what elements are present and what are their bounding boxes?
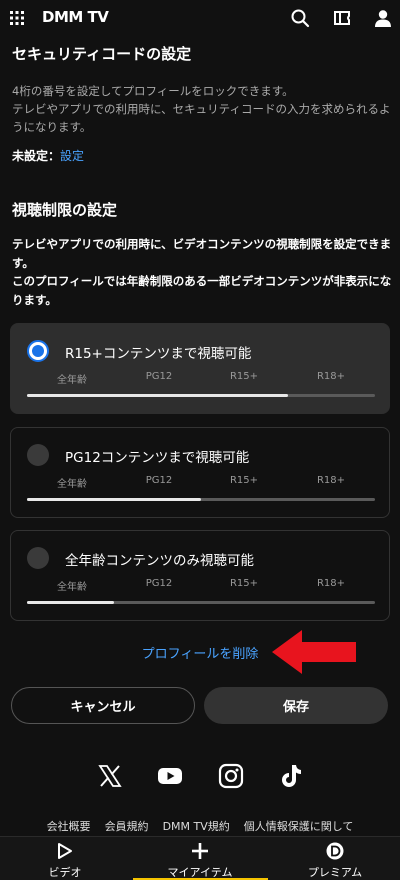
youtube-icon[interactable] bbox=[157, 763, 183, 789]
tick-label: R15+ bbox=[229, 475, 259, 486]
tiktok-icon[interactable] bbox=[278, 763, 304, 789]
option-label: PG12コンテンツまで視聴可能 bbox=[65, 450, 250, 466]
delete-profile-link[interactable]: プロフィールを削除 bbox=[142, 647, 259, 662]
security-desc-line: 4桁の番号を設定してプロフィールをロックできます。 bbox=[12, 84, 294, 98]
rating-option-all-ages[interactable]: 全年齢コンテンツのみ視聴可能 全年齢 PG12 R15+ R18+ bbox=[10, 530, 390, 621]
bottom-navigation: ビデオ マイアイテム プレミアム bbox=[0, 836, 400, 880]
radio-button[interactable] bbox=[27, 444, 49, 466]
security-status: 未設定：設定 bbox=[12, 147, 84, 164]
security-desc-line: テレビやアプリでの利用時に、セキュリティコードの入力を求められるようになります。 bbox=[12, 102, 391, 134]
tick-label: PG12 bbox=[145, 578, 173, 589]
footer-link-company[interactable]: 会社概要 bbox=[47, 818, 91, 834]
status-label: 未設定： bbox=[12, 149, 61, 163]
x-icon[interactable] bbox=[97, 763, 123, 789]
rating-level-bar bbox=[27, 394, 375, 397]
tick-label: R15+ bbox=[229, 578, 259, 589]
nav-item-video[interactable]: ビデオ bbox=[25, 837, 105, 880]
grid-menu-icon[interactable] bbox=[10, 11, 24, 25]
nav-item-premium[interactable]: プレミアム bbox=[295, 837, 375, 880]
ticket-icon[interactable] bbox=[332, 8, 352, 28]
rating-level-fill bbox=[27, 498, 201, 501]
red-arrow-annotation-icon bbox=[272, 630, 356, 674]
tick-label: 全年齢 bbox=[57, 375, 87, 386]
rating-option-pg12[interactable]: PG12コンテンツまで視聴可能 全年齢 PG12 R15+ R18+ bbox=[10, 427, 390, 518]
tick-label: 全年齢 bbox=[57, 582, 87, 593]
rating-option-r15[interactable]: R15+コンテンツまで視聴可能 全年齢 PG12 R15+ R18+ bbox=[10, 323, 390, 414]
parental-desc-line: テレビやアプリでの利用時に、ビデオコンテンツの視聴制限を設定できます。 bbox=[12, 237, 392, 270]
nav-label: ビデオ bbox=[48, 866, 82, 879]
parental-control-description: テレビやアプリでの利用時に、ビデオコンテンツの視聴制限を設定できます。 このプロ… bbox=[12, 235, 394, 309]
set-security-code-link[interactable]: 設定 bbox=[60, 149, 84, 163]
radio-button[interactable] bbox=[27, 340, 49, 362]
option-label: 全年齢コンテンツのみ視聴可能 bbox=[65, 553, 254, 569]
footer-link-privacy[interactable]: 個人情報保護に関して bbox=[244, 818, 354, 834]
top-bar: DMM TV bbox=[0, 0, 400, 36]
rating-level-bar bbox=[27, 498, 375, 501]
tick-label: R18+ bbox=[316, 578, 346, 589]
tick-label: 全年齢 bbox=[57, 479, 87, 490]
rating-level-fill bbox=[27, 601, 114, 604]
tick-label: R15+ bbox=[229, 371, 259, 382]
security-code-description: 4桁の番号を設定してプロフィールをロックできます。 テレビやアプリでの利用時に、… bbox=[12, 82, 392, 136]
dmm-tv-logo[interactable]: DMM TV bbox=[42, 8, 109, 26]
rating-level-fill bbox=[27, 394, 288, 397]
security-code-title: セキュリティコードの設定 bbox=[12, 45, 192, 63]
premium-icon bbox=[326, 842, 344, 860]
save-button[interactable]: 保存 bbox=[204, 687, 388, 724]
user-icon[interactable] bbox=[373, 8, 393, 28]
parental-desc-line: このプロフィールでは年齢制限のある一部ビデオコンテンツが非表示になります。 bbox=[12, 274, 392, 307]
tick-label: PG12 bbox=[145, 371, 173, 382]
radio-button[interactable] bbox=[27, 547, 49, 569]
play-icon bbox=[58, 843, 72, 859]
tick-label: PG12 bbox=[145, 475, 173, 486]
footer-links: 会社概要 会員規約 DMM TV規約 個人情報保護に関して bbox=[0, 818, 400, 834]
cancel-button[interactable]: キャンセル bbox=[11, 687, 195, 724]
option-label: R15+コンテンツまで視聴可能 bbox=[65, 346, 252, 362]
nav-label: プレミアム bbox=[307, 866, 363, 879]
plus-icon bbox=[192, 843, 208, 859]
instagram-icon[interactable] bbox=[218, 763, 244, 789]
parental-control-title: 視聴制限の設定 bbox=[12, 201, 118, 219]
rating-level-bar bbox=[27, 601, 375, 604]
footer-link-member-terms[interactable]: 会員規約 bbox=[105, 818, 149, 834]
nav-item-my-items[interactable]: マイアイテム bbox=[160, 837, 240, 880]
search-icon[interactable] bbox=[290, 8, 310, 28]
tick-label: R18+ bbox=[316, 475, 346, 486]
tick-label: R18+ bbox=[316, 371, 346, 382]
footer-link-dmm-tv-terms[interactable]: DMM TV規約 bbox=[163, 818, 230, 834]
